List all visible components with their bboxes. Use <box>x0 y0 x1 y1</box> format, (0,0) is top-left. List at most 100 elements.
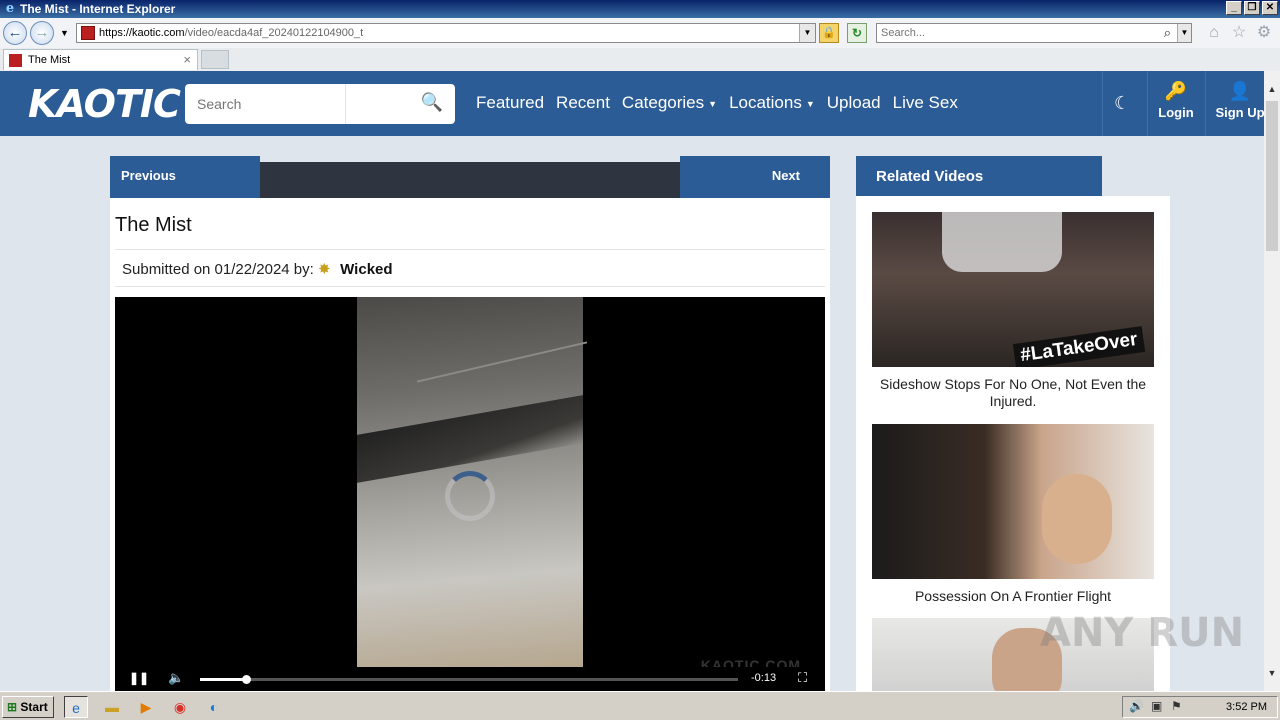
nav-upload[interactable]: Upload <box>827 93 881 113</box>
chevron-down-icon: ▼ <box>805 98 815 109</box>
address-dropdown-icon[interactable]: ▼ <box>799 24 815 42</box>
gear-icon[interactable]: ⚙ <box>1255 24 1273 42</box>
user-rank-icon: ✸ <box>317 261 331 278</box>
related-thumbnail[interactable] <box>872 424 1154 579</box>
history-dropdown-icon[interactable]: ▼ <box>60 28 69 38</box>
clock: 3:52 PM <box>1226 701 1267 713</box>
submitted-text: Submitted on 01/22/2024 by: <box>122 261 314 278</box>
edge-icon[interactable]: ◐ <box>202 696 226 718</box>
network-icon[interactable]: ▣ <box>1151 699 1162 713</box>
new-tab-button[interactable] <box>201 50 229 69</box>
anyrun-watermark: ANY RUN <box>1040 610 1245 656</box>
favorites-icon[interactable]: ☆ <box>1230 24 1248 42</box>
window-titlebar: e The Mist - Internet Explorer _ ❐ ✕ <box>0 0 1280 18</box>
tab-the-mist[interactable]: The Mist × <box>3 49 198 70</box>
folder-icon[interactable]: ▬ <box>100 696 124 718</box>
nav-live-sex[interactable]: Live Sex <box>893 93 958 113</box>
scroll-down-icon[interactable]: ▼ <box>1264 665 1280 681</box>
related-item[interactable]: #LaTakeOver Sideshow Stops For No One, N… <box>872 212 1154 410</box>
prev-next-gap <box>260 156 680 162</box>
chevron-down-icon: ▼ <box>708 98 718 109</box>
loading-spinner-icon <box>445 471 495 521</box>
scroll-thumb[interactable] <box>1266 101 1278 251</box>
close-button[interactable]: ✕ <box>1262 1 1278 15</box>
site-header: KAOTIC 🔍 Featured Recent Categories▼ Loc… <box>0 71 1264 136</box>
author-link[interactable]: Wicked <box>340 261 392 278</box>
related-item[interactable]: Possession On A Frontier Flight <box>872 424 1154 605</box>
tab-label: The Mist <box>28 54 71 66</box>
nav-categories-label: Categories <box>621 93 705 112</box>
lock-icon[interactable]: 🔒 <box>819 23 839 43</box>
refresh-icon[interactable]: ↻ <box>847 23 867 43</box>
forward-button[interactable]: → <box>30 21 54 45</box>
related-heading: Related Videos <box>856 156 1102 196</box>
ie-taskbar-icon[interactable]: e <box>64 696 88 718</box>
player-controls: ❚❚ 🔈 -0:13 ⛶ <box>115 667 825 691</box>
divider <box>115 286 825 287</box>
speaker-icon[interactable]: 🔊 <box>1129 699 1144 713</box>
minimize-button[interactable]: _ <box>1226 1 1242 15</box>
home-icon[interactable]: ⌂ <box>1205 24 1223 42</box>
nav-featured[interactable]: Featured <box>476 93 544 113</box>
address-bar[interactable]: https://kaotic.com/video/eacda4af_202401… <box>76 23 816 43</box>
vertical-scrollbar[interactable]: ▲ ▼ <box>1264 71 1280 691</box>
web-page: KAOTIC 🔍 Featured Recent Categories▼ Loc… <box>0 71 1264 691</box>
search-dropdown-icon[interactable]: ▼ <box>1177 24 1191 42</box>
progress-bar[interactable] <box>200 675 738 684</box>
signup-label: Sign Up <box>1215 105 1264 120</box>
media-player-icon[interactable]: ▶ <box>134 696 158 718</box>
tab-strip: The Mist × <box>0 48 1280 71</box>
search-icon[interactable]: 🔍 <box>421 92 443 113</box>
flag-icon[interactable]: ⚑ <box>1171 699 1182 713</box>
windows-flag-icon: ⊞ <box>7 700 18 714</box>
site-logo[interactable]: KAOTIC <box>28 79 181 129</box>
tab-close-icon[interactable]: × <box>183 52 191 67</box>
back-button[interactable]: ← <box>3 21 27 45</box>
chrome-icon[interactable]: ◉ <box>168 696 192 718</box>
volume-icon[interactable]: 🔈 <box>168 670 184 686</box>
time-remaining: -0:13 <box>751 672 777 684</box>
login-label: Login <box>1158 105 1194 120</box>
related-title[interactable]: Sideshow Stops For No One, Not Even the … <box>872 376 1154 410</box>
scroll-up-icon[interactable]: ▲ <box>1264 81 1280 97</box>
related-title[interactable]: Possession On A Frontier Flight <box>872 588 1154 605</box>
related-thumbnail[interactable]: #LaTakeOver <box>872 212 1154 367</box>
nav-categories[interactable]: Categories ▼ <box>622 93 717 113</box>
fullscreen-icon[interactable]: ⛶ <box>798 670 807 686</box>
browser-search-input[interactable] <box>881 26 1151 40</box>
signup-button[interactable]: 👤 Sign Up <box>1212 81 1264 120</box>
next-button[interactable]: Next <box>680 156 830 198</box>
divider <box>115 249 825 250</box>
browser-toolbar: ← → ▼ https://kaotic.com/video/eacda4af_… <box>0 18 1280 48</box>
site-nav: Featured Recent Categories ▼ Locations ▼ U… <box>476 93 958 113</box>
login-button[interactable]: 🔑 Login <box>1148 81 1204 120</box>
restore-button[interactable]: ❐ <box>1244 1 1260 15</box>
submitted-line: Submitted on 01/22/2024 by: ✸ Wicked <box>122 260 393 278</box>
site-favicon <box>81 26 95 40</box>
moon-icon[interactable]: ☾ <box>1114 93 1130 114</box>
add-user-icon: 👤 <box>1228 81 1252 101</box>
search-divider <box>345 84 346 124</box>
site-search-input[interactable] <box>197 94 347 114</box>
previous-button[interactable]: Previous <box>110 156 260 198</box>
progress-fill <box>200 678 246 681</box>
search-icon[interactable]: ⌕ <box>1164 25 1171 41</box>
browser-search-box[interactable]: ⌕ ▼ <box>876 23 1192 43</box>
address-url[interactable]: https://kaotic.com/video/eacda4af_202401… <box>99 27 363 39</box>
tab-favicon <box>9 54 22 67</box>
prev-next-bar: Previous Next <box>110 156 830 198</box>
taskbar: ⊞ Start e ▬ ▶ ◉ ◐ 🔊 ▣ ⚑ 3:52 PM <box>0 691 1280 720</box>
start-button[interactable]: ⊞ Start <box>2 696 54 718</box>
site-search[interactable]: 🔍 <box>185 84 455 124</box>
nav-locations-label: Locations <box>729 93 802 112</box>
progress-handle[interactable] <box>241 675 251 684</box>
ie-icon: e <box>5 1 15 16</box>
thumb-figure <box>1042 474 1112 564</box>
header-divider <box>1102 71 1103 136</box>
nav-locations[interactable]: Locations ▼ <box>729 93 815 113</box>
nav-recent[interactable]: Recent <box>556 93 610 113</box>
thumb-car <box>942 212 1062 272</box>
video-player[interactable]: KAOTIC.COM ❚❚ 🔈 -0:13 ⛶ <box>115 297 825 691</box>
pause-icon[interactable]: ❚❚ <box>129 671 149 685</box>
window-controls: _ ❐ ✕ <box>1226 1 1278 15</box>
